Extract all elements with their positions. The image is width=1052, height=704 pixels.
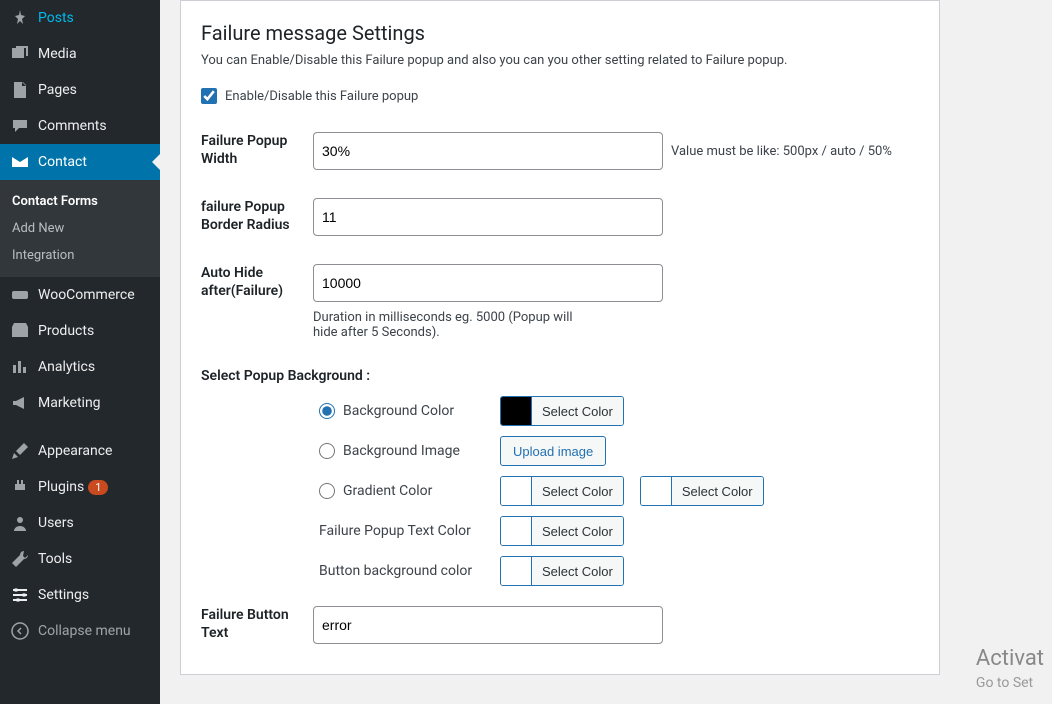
menu-pages[interactable]: Pages [0,72,160,108]
products-icon [10,321,30,341]
menu-label: Plugins [38,479,84,495]
analytics-icon [10,357,30,377]
menu-label: Pages [38,82,77,98]
user-icon [10,513,30,533]
section-desc: You can Enable/Disable this Failure popu… [201,53,919,68]
section-title: Failure message Settings [201,21,919,45]
submenu-contact: Contact Forms Add New Integration [0,180,160,277]
width-input[interactable] [313,132,663,170]
woocommerce-icon [10,285,30,305]
gradient-color1-picker: Select Color [500,476,624,506]
text-color-picker: Select Color [500,516,624,546]
radius-label: failure Popup Border Radius [201,198,313,236]
menu-marketing[interactable]: Marketing [0,385,160,421]
text-select-color[interactable]: Select Color [531,517,623,545]
bg-color-swatch[interactable] [501,397,531,425]
btn-text-input[interactable] [313,606,663,644]
menu-plugins[interactable]: Plugins 1 [0,469,160,505]
menu-posts[interactable]: Posts [0,0,160,36]
collapse-icon [10,621,30,641]
settings-panel: Failure message Settings You can Enable/… [180,0,940,675]
bg-section-label: Select Popup Background : [201,368,919,384]
menu-contact[interactable]: Contact [0,144,160,180]
gradient-select-color-1[interactable]: Select Color [531,477,623,505]
menu-label: Settings [38,587,89,603]
comment-icon [10,116,30,136]
menu-label: Posts [38,10,74,26]
menu-products[interactable]: Products [0,313,160,349]
menu-label: Media [38,46,77,62]
bg-color-radio[interactable] [319,403,335,419]
bg-image-label: Background Image [343,443,460,459]
radius-input[interactable] [313,198,663,236]
submenu-contact-forms[interactable]: Contact Forms [0,188,160,215]
text-color-swatch[interactable] [501,517,531,545]
menu-settings[interactable]: Settings [0,577,160,613]
submenu-integration[interactable]: Integration [0,242,160,269]
bg-select-color-button[interactable]: Select Color [531,397,623,425]
gradient-color2-picker: Select Color [640,476,764,506]
bg-image-radio[interactable] [319,443,335,459]
enable-popup-checkbox[interactable] [201,88,217,104]
collapse-label: Collapse menu [38,623,131,639]
autohide-input[interactable] [313,264,663,302]
width-label: Failure Popup Width [201,132,313,170]
btn-bg-select-color[interactable]: Select Color [531,557,623,585]
gradient-swatch-1[interactable] [501,477,531,505]
btn-bg-label: Button background color [319,563,484,579]
admin-sidebar: Posts Media Pages Comments Contact Conta… [0,0,160,704]
mail-icon [10,152,30,172]
bg-gradient-radio[interactable] [319,483,335,499]
main-content: Failure message Settings You can Enable/… [160,0,1052,704]
menu-label: Comments [38,118,107,134]
autohide-hint: Duration in milliseconds eg. 5000 (Popup… [313,310,573,340]
megaphone-icon [10,393,30,413]
gradient-swatch-2[interactable] [641,477,671,505]
bg-color-picker: Select Color [500,396,624,426]
menu-label: Contact [38,154,87,170]
menu-tools[interactable]: Tools [0,541,160,577]
submenu-add-new[interactable]: Add New [0,215,160,242]
text-color-label: Failure Popup Text Color [319,523,484,539]
autohide-label: Auto Hide after(Failure) [201,264,313,340]
btn-bg-color-picker: Select Color [500,556,624,586]
width-hint: Value must be like: 500px / auto / 50% [671,144,892,159]
brush-icon [10,441,30,461]
windows-watermark: Activat Go to Set [976,645,1044,692]
pin-icon [10,8,30,28]
menu-label: Users [38,515,74,531]
bg-gradient-label: Gradient Color [343,483,432,499]
menu-users[interactable]: Users [0,505,160,541]
gradient-select-color-2[interactable]: Select Color [671,477,763,505]
menu-appearance[interactable]: Appearance [0,433,160,469]
menu-comments[interactable]: Comments [0,108,160,144]
bg-color-label: Background Color [343,403,454,419]
btn-bg-swatch[interactable] [501,557,531,585]
menu-label: Products [38,323,94,339]
menu-media[interactable]: Media [0,36,160,72]
menu-label: Tools [38,551,72,567]
plugin-update-badge: 1 [88,480,108,495]
enable-popup-label: Enable/Disable this Failure popup [225,89,418,104]
plug-icon [10,477,30,497]
menu-analytics[interactable]: Analytics [0,349,160,385]
menu-label: Marketing [38,395,101,411]
page-icon [10,80,30,100]
media-icon [10,44,30,64]
menu-label: WooCommerce [38,287,135,303]
menu-label: Analytics [38,359,95,375]
sliders-icon [10,585,30,605]
upload-image-button[interactable]: Upload image [500,436,606,466]
btn-text-label: Failure Button Text [201,606,313,644]
wrench-icon [10,549,30,569]
menu-woocommerce[interactable]: WooCommerce [0,277,160,313]
collapse-menu[interactable]: Collapse menu [0,613,160,649]
menu-label: Appearance [38,443,112,459]
